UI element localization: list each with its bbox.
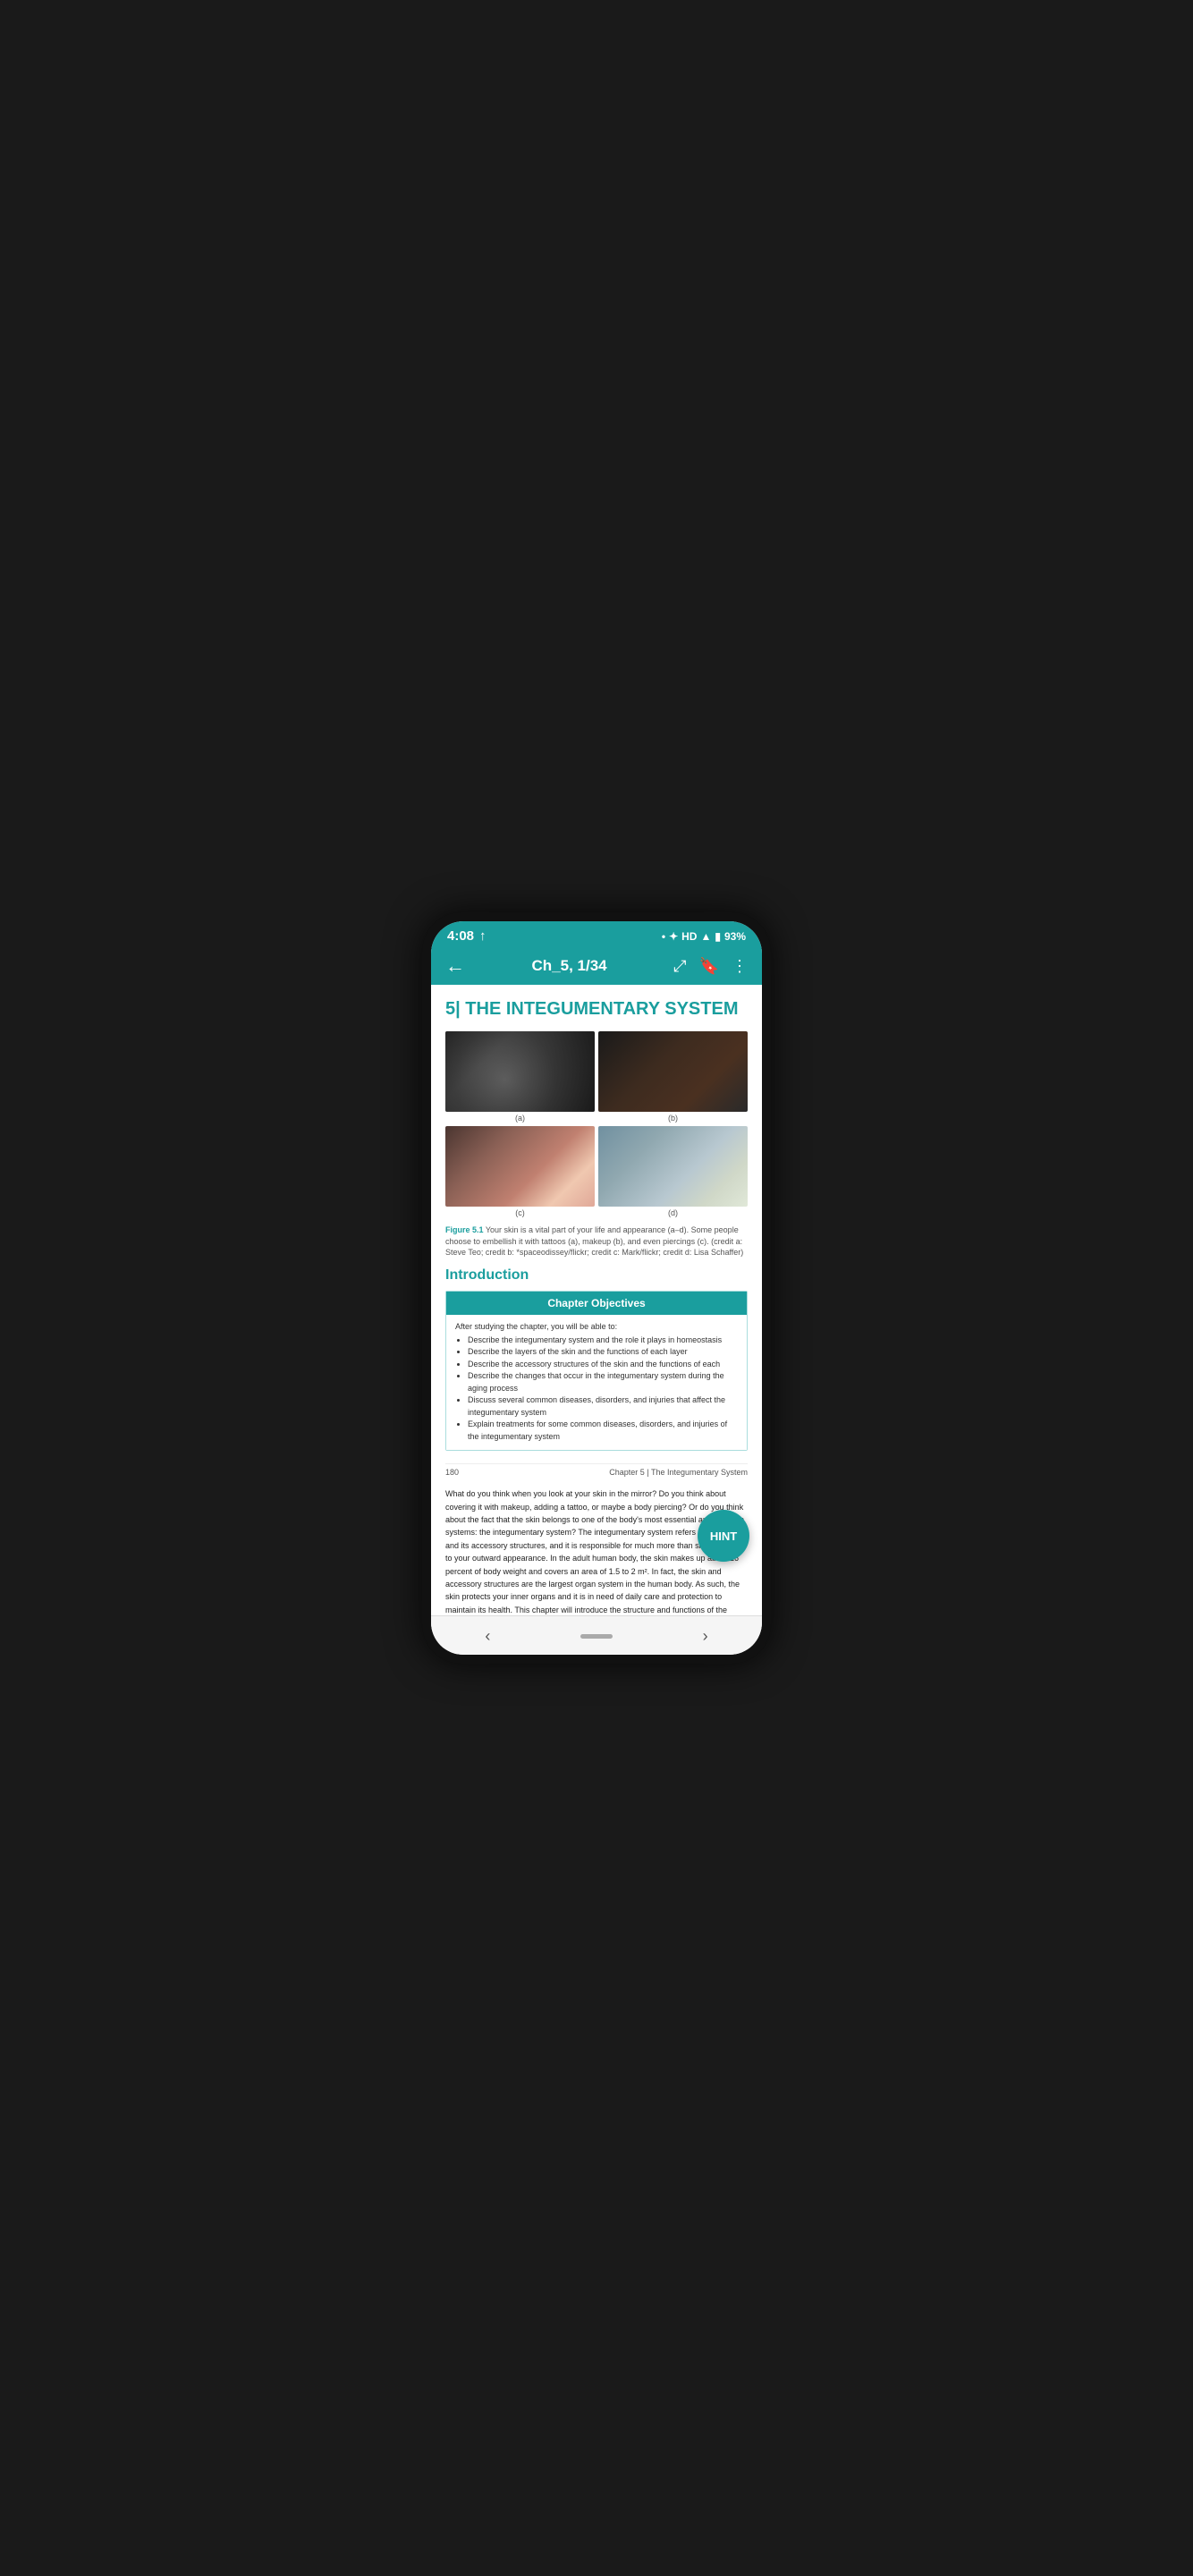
signal-dot: • bbox=[662, 930, 665, 943]
content-area: 5| THE INTEGUMENTARY SYSTEM (a) (b) (c) bbox=[431, 985, 762, 1615]
fullscreen-button[interactable]: ⤢ bbox=[673, 957, 686, 976]
chapter-title: 5| THE INTEGUMENTARY SYSTEM bbox=[445, 997, 748, 1021]
objectives-intro: After studying the chapter, you will be … bbox=[455, 1322, 738, 1331]
status-time-area: 4:08 ↑ bbox=[447, 928, 487, 944]
status-time: 4:08 bbox=[447, 928, 474, 944]
bookmark-button[interactable]: 🔖 bbox=[699, 957, 719, 976]
bottom-pill bbox=[580, 1634, 613, 1639]
battery-percent: 93% bbox=[724, 930, 746, 943]
nav-bar: ← Ch_5, 1/34 ⤢ 🔖 ⋮ bbox=[431, 947, 762, 985]
objectives-header: Chapter Objectives bbox=[446, 1292, 747, 1315]
nav-title: Ch_5, 1/34 bbox=[476, 957, 663, 975]
nav-icons-area: ⤢ 🔖 ⋮ bbox=[673, 957, 748, 976]
image-a-caption: (a) bbox=[515, 1114, 525, 1123]
bottom-back-button[interactable]: ‹ bbox=[467, 1623, 508, 1649]
image-d-caption: (d) bbox=[668, 1208, 678, 1217]
image-d-container: (d) bbox=[598, 1126, 748, 1217]
chapter-images: (a) (b) (c) (d) bbox=[445, 1031, 748, 1217]
image-c-caption: (c) bbox=[515, 1208, 525, 1217]
introduction-heading: Introduction bbox=[445, 1267, 748, 1284]
image-tattoo bbox=[445, 1031, 595, 1112]
page-number: 180 bbox=[445, 1468, 459, 1477]
objective-4: Describe the changes that occur in the i… bbox=[468, 1370, 738, 1394]
image-b-container: (b) bbox=[598, 1031, 748, 1123]
bottom-forward-button[interactable]: › bbox=[685, 1623, 726, 1649]
figure-caption: Figure 5.1 Your skin is a vital part of … bbox=[445, 1224, 748, 1258]
more-menu-button[interactable]: ⋮ bbox=[732, 957, 748, 976]
phone-frame: 4:08 ↑ • ✦ HD ▲ ▮ 93% ← Ch_5, 1/34 ⤢ 🔖 ⋮ bbox=[422, 912, 771, 1664]
image-piercing bbox=[445, 1126, 595, 1207]
image-b-caption: (b) bbox=[668, 1114, 678, 1123]
status-right-area: • ✦ HD ▲ ▮ 93% bbox=[662, 930, 746, 943]
chapter-reference: Chapter 5 | The Integumentary System bbox=[609, 1468, 748, 1477]
page-number-bar: 180 Chapter 5 | The Integumentary System bbox=[445, 1463, 748, 1480]
upload-icon: ↑ bbox=[479, 928, 487, 944]
hd-label: HD bbox=[681, 930, 697, 943]
image-mirror bbox=[598, 1126, 748, 1207]
battery-icon: ▮ bbox=[715, 930, 721, 943]
objectives-list: Describe the integumentary system and th… bbox=[455, 1335, 738, 1444]
figure-caption-text: Your skin is a vital part of your life a… bbox=[445, 1225, 743, 1257]
back-button[interactable]: ← bbox=[445, 954, 465, 978]
objectives-box: Chapter Objectives After studying the ch… bbox=[445, 1291, 748, 1452]
image-makeup bbox=[598, 1031, 748, 1112]
image-c-container: (c) bbox=[445, 1126, 595, 1217]
objective-2: Describe the layers of the skin and the … bbox=[468, 1346, 738, 1359]
status-bar: 4:08 ↑ • ✦ HD ▲ ▮ 93% bbox=[431, 921, 762, 947]
objective-1: Describe the integumentary system and th… bbox=[468, 1335, 738, 1347]
objective-6: Explain treatments for some common disea… bbox=[468, 1419, 738, 1443]
figure-label: Figure 5.1 bbox=[445, 1225, 484, 1234]
objectives-body: After studying the chapter, you will be … bbox=[446, 1315, 747, 1451]
bottom-nav: ‹ › bbox=[431, 1615, 762, 1655]
signal-bars: ▲ bbox=[700, 930, 711, 943]
phone-screen: 4:08 ↑ • ✦ HD ▲ ▮ 93% ← Ch_5, 1/34 ⤢ 🔖 ⋮ bbox=[431, 921, 762, 1655]
image-a-container: (a) bbox=[445, 1031, 595, 1123]
chapter-number: 5 bbox=[445, 999, 455, 1019]
chapter-title-text: | THE INTEGUMENTARY SYSTEM bbox=[455, 999, 738, 1019]
wifi-icon: ✦ bbox=[669, 930, 678, 943]
objective-5: Discuss several common diseases, disorde… bbox=[468, 1394, 738, 1419]
hint-button[interactable]: HINT bbox=[698, 1510, 749, 1562]
objective-3: Describe the accessory structures of the… bbox=[468, 1359, 738, 1371]
